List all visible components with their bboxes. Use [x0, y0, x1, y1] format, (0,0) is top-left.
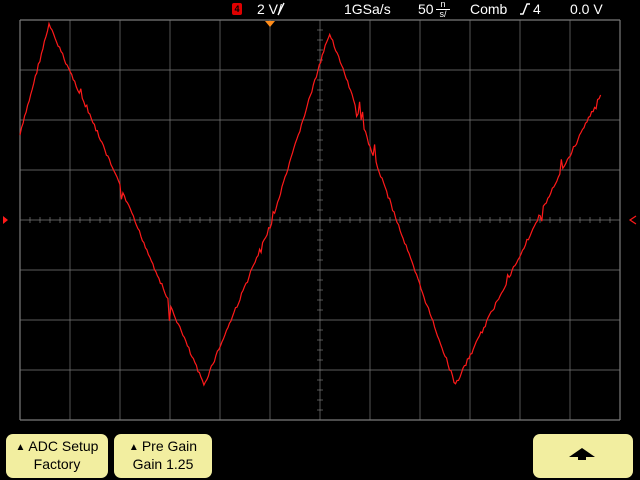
menu-triangle-icon: ▲ [128, 442, 139, 453]
status-bar: 4 2 V/ 1GSa/s 50 n s/ Comb 4 0.0 V [0, 0, 640, 19]
pre-gain-softkey[interactable]: ▲ Pre Gain Gain 1.25 [114, 434, 212, 478]
trigger-edge-icon [520, 3, 530, 15]
timebase-unit: n s/ [436, 0, 450, 19]
trigger-level-marker [628, 215, 637, 225]
adc-setup-softkey[interactable]: ▲ ADC Setup Factory [6, 434, 108, 478]
trigger-level[interactable]: 0.0 V [570, 0, 603, 18]
adc-setup-value: Factory [33, 456, 81, 472]
adc-setup-label: ADC Setup [28, 438, 99, 454]
up-arrow-icon [569, 448, 595, 460]
up-menu-softkey[interactable] [533, 434, 633, 478]
pre-gain-value: Gain 1.25 [132, 456, 194, 472]
waveform-display[interactable] [0, 18, 640, 430]
acquisition-mode[interactable]: Comb [470, 0, 507, 18]
trigger-position-marker [265, 21, 275, 27]
ground-level-marker [3, 216, 8, 224]
menu-triangle-icon: ▲ [15, 442, 26, 453]
softkey-bar: ▲ ADC Setup Factory ▲ Pre Gain Gain 1.25 [0, 430, 640, 480]
channel-4-badge[interactable]: 4 [232, 3, 242, 15]
scale-slash-icon [277, 2, 285, 16]
pre-gain-label: Pre Gain [141, 438, 198, 454]
sample-rate: 1GSa/s [344, 1, 391, 17]
graticule [19, 19, 621, 421]
timebase-value[interactable]: 50 [418, 0, 434, 18]
channel-4-trace [19, 21, 602, 387]
trigger-source[interactable]: 4 [533, 0, 541, 18]
